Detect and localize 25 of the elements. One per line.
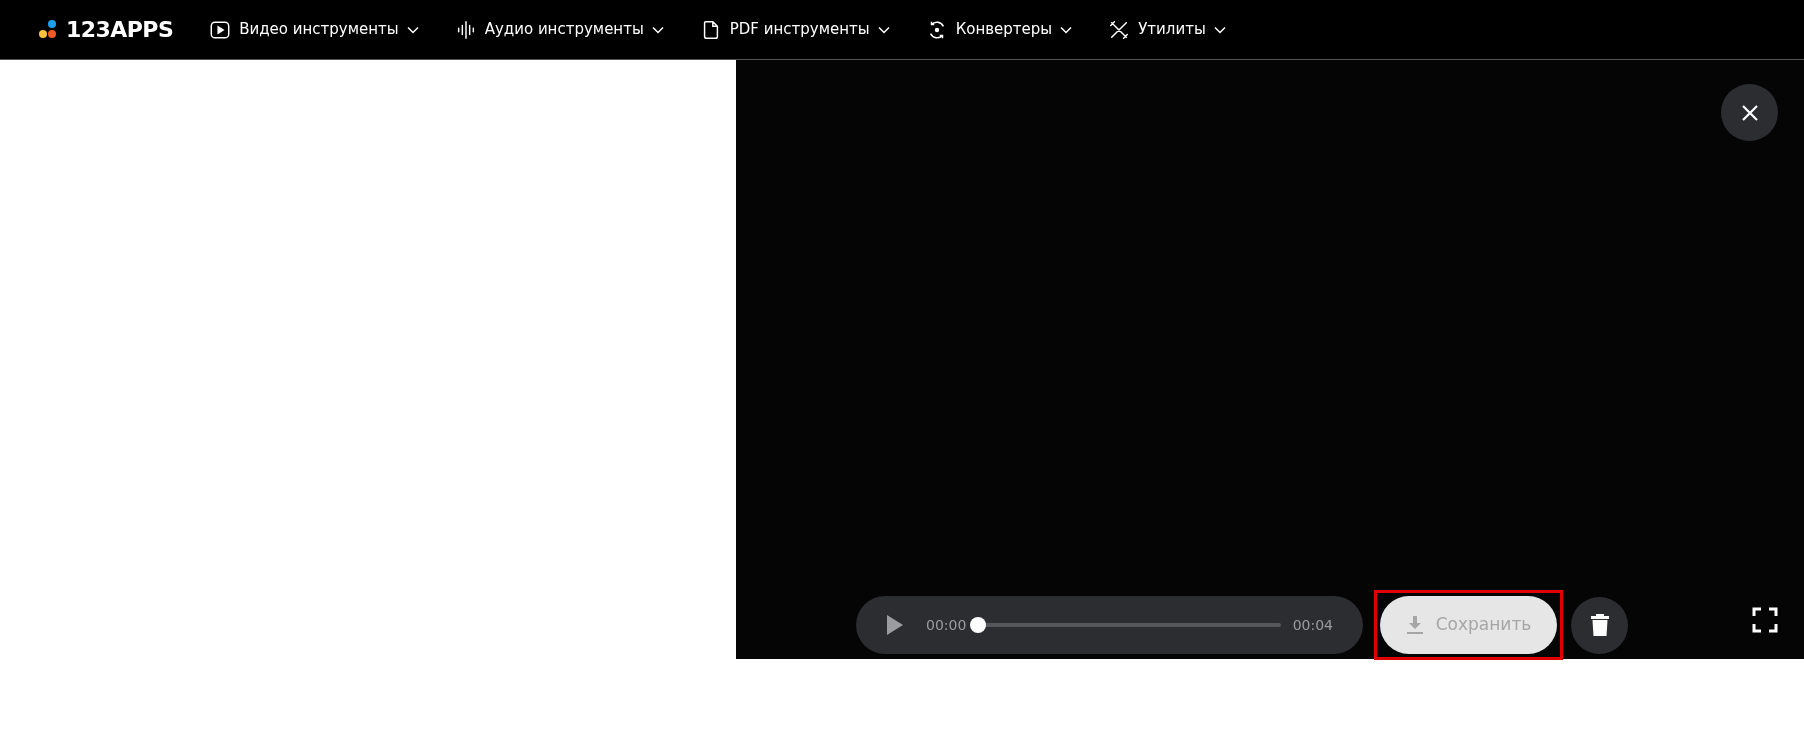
- seek-thumb[interactable]: [970, 617, 987, 633]
- nav-menu-item[interactable]: Аудио инструменты: [454, 18, 664, 41]
- fullscreen-button[interactable]: [1752, 607, 1778, 633]
- delete-button[interactable]: [1571, 596, 1628, 654]
- logo-icon: [38, 18, 58, 41]
- duration: 00:04: [1292, 615, 1333, 635]
- current-time: 00:00: [926, 615, 967, 635]
- chevron-down-icon: [1213, 25, 1226, 34]
- tools-icon: [1108, 18, 1131, 41]
- chevron-down-icon: [877, 25, 890, 34]
- trash-icon: [1589, 613, 1610, 637]
- nav-menu-item[interactable]: Утилиты: [1108, 18, 1226, 41]
- close-button[interactable]: [1721, 84, 1778, 141]
- fullscreen-icon: [1752, 607, 1778, 633]
- chevron-down-icon: [406, 25, 419, 34]
- nav-menu-item[interactable]: Конвертеры: [925, 18, 1073, 41]
- logo[interactable]: 123APPS: [66, 13, 174, 46]
- nav-menu-item[interactable]: PDF инструменты: [699, 18, 890, 41]
- download-icon: [1405, 615, 1424, 635]
- close-icon: [1740, 103, 1759, 122]
- play-icon: [886, 614, 904, 636]
- nav-menu-item[interactable]: Видео инструменты: [209, 18, 419, 41]
- play-icon: [209, 18, 232, 41]
- chevron-down-icon: [651, 25, 664, 34]
- chevron-down-icon: [1060, 25, 1073, 34]
